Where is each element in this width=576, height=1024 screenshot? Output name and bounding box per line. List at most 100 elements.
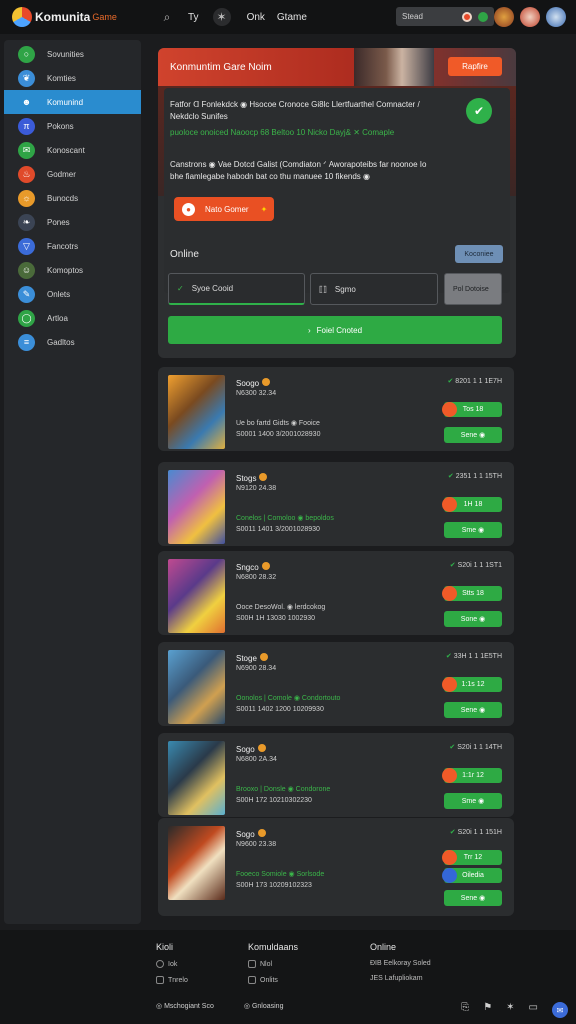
badge-icon: [259, 473, 268, 481]
triangle-icon: ▽: [18, 237, 35, 255]
sidebar-item[interactable]: ❦ Komties: [4, 66, 141, 90]
record-icon: [442, 677, 457, 692]
search-icon[interactable]: ⌕: [158, 8, 176, 26]
game-status-pill[interactable]: 1H 18: [442, 497, 502, 512]
game-card[interactable]: Sogo N6800 2A.34 Brooxo | Donsle ◉ Condo…: [158, 733, 514, 817]
online-button[interactable]: Koconiee: [455, 245, 503, 263]
star-icon[interactable]: ✶: [506, 1002, 514, 1018]
share-icon[interactable]: ⎘: [461, 1002, 469, 1018]
footer-bottom: ◎ Mschogiant Sco ◎ Gnloasing: [156, 1002, 283, 1010]
game-title: Soogo: [236, 378, 271, 388]
check-icon[interactable]: ✔: [466, 98, 492, 124]
game-card[interactable]: Stogs N9120 24.38 Conelos | Comoloo ◉ be…: [158, 462, 514, 546]
game-card[interactable]: Sogo N9600 23.38 Fooeco Somiole ◉ Sorlso…: [158, 818, 514, 916]
game-card[interactable]: Soogo N6300 32.34 Ue bo fartd Gidts ◉ Fo…: [158, 367, 514, 451]
circle-icon: [156, 960, 164, 968]
check-icon: ✔: [449, 562, 456, 569]
sidebar-item[interactable]: ▽ Fancotrs: [4, 234, 141, 258]
game-save-button[interactable]: Sene ◉: [444, 427, 502, 443]
footer-bottom-link[interactable]: ◎ Mschogiant Sco: [156, 1002, 214, 1010]
box-icon: [156, 976, 164, 984]
sidebar-item-label: Komunind: [47, 97, 84, 107]
nav-link-3[interactable]: Gtame: [277, 12, 307, 23]
footer-link[interactable]: Nlol: [248, 960, 298, 968]
footer-link[interactable]: Onlits: [248, 976, 298, 984]
status-dot-icon: [478, 11, 488, 22]
sidebar-item[interactable]: ≡ Gadltos: [4, 330, 141, 354]
game-thumbnail[interactable]: [168, 375, 225, 449]
game-status-pill[interactable]: 1:1s 12: [442, 677, 502, 692]
record-icon: [442, 586, 457, 601]
sidebar-item[interactable]: ☻ Komunind: [4, 90, 141, 114]
game-status-pill[interactable]: Tos 18: [442, 402, 502, 417]
sidebar-item[interactable]: ◯ Artloa: [4, 306, 141, 330]
game-thumbnail[interactable]: [168, 470, 225, 544]
flag-icon[interactable]: ⚑: [483, 1002, 492, 1018]
sidebar-item-label: Komoptos: [47, 265, 84, 275]
avatar-icon[interactable]: [546, 7, 566, 27]
game-thumbnail[interactable]: [168, 650, 225, 724]
game-save-button[interactable]: Sene ◉: [444, 890, 502, 906]
sidebar: ○ Sovunities ❦ Komties ☻ Komunind π Pokons ✉ Kono…: [4, 40, 141, 924]
code-field-label: Syoe Cooid: [191, 284, 234, 293]
sidebar-item[interactable]: ☺ Komoptos: [4, 258, 141, 282]
sun-icon: ☼: [18, 189, 35, 207]
game-save-button[interactable]: Sene ◉: [444, 702, 502, 718]
game-save-button[interactable]: Sme ◉: [444, 793, 502, 809]
bird-icon: ❦: [18, 69, 35, 87]
sidebar-item[interactable]: ❧ Pones: [4, 210, 141, 234]
sidebar-item[interactable]: ♨ Godmer: [4, 162, 141, 186]
game-card[interactable]: Stoge N6900 28.34 Oonolos | Comole ◉ Con…: [158, 642, 514, 726]
game-status-pill[interactable]: Stts 18: [442, 586, 502, 601]
game-thumbnail[interactable]: [168, 559, 225, 633]
game-secondary-pill[interactable]: Oiledia: [442, 868, 502, 883]
search-input[interactable]: Stead: [396, 7, 494, 26]
footer-link[interactable]: JES Lafupliokam: [370, 975, 431, 982]
avatar-icon: ☻: [18, 93, 35, 111]
logo[interactable]: Komunita Game: [12, 7, 152, 27]
notification-icon[interactable]: [462, 11, 472, 22]
window-icon[interactable]: ▭: [529, 1002, 538, 1018]
footer-link[interactable]: Iok: [156, 960, 188, 968]
game-stat: ✔ 2351 1 1 15TH: [447, 473, 502, 480]
secondary-button[interactable]: Pol Dotoise: [444, 273, 502, 305]
game-description: Ooce DesoWol. ◉ lerdcokog: [236, 604, 326, 611]
sidebar-item[interactable]: ✎ Onlets: [4, 282, 141, 306]
hero-line-4: Canstrons ◉ Vae Dotcd Galist (Comdiaton …: [170, 160, 427, 169]
game-card[interactable]: Sngco N6800 28.32 Ooce DesoWol. ◉ lerdco…: [158, 551, 514, 635]
primary-button[interactable]: › Foiel Cnoted: [168, 316, 502, 344]
game-status-pill[interactable]: Trr 12: [442, 850, 502, 865]
bracket-icon: ⟦⟧: [319, 284, 327, 294]
footer-link[interactable]: ÐIB Eelkoray Soled: [370, 960, 431, 967]
game-save-button[interactable]: Sme ◉: [444, 522, 502, 538]
sidebar-item[interactable]: ☼ Bunocds: [4, 186, 141, 210]
avatar-icon[interactable]: [494, 7, 514, 27]
hero-line-2: Nekdclo Sunifes: [170, 112, 228, 121]
game-subtitle: N6900 28.34: [236, 665, 277, 672]
game-thumbnail[interactable]: [168, 741, 225, 815]
footer-bottom-link[interactable]: ◎ Gnloasing: [244, 1002, 284, 1010]
sidebar-item[interactable]: ✉ Konoscant: [4, 138, 141, 162]
footer-link[interactable]: Tnrelo: [156, 976, 188, 984]
game-id: S00H 1H 13030 1002930: [236, 615, 316, 622]
game-subtitle: N9600 23.38: [236, 841, 277, 848]
chat-icon[interactable]: ✉: [552, 1002, 568, 1018]
avatar-icon[interactable]: [520, 7, 540, 27]
check-icon: ✔: [449, 744, 456, 751]
banner-button[interactable]: Rapfire: [448, 57, 502, 76]
sidebar-item[interactable]: ○ Sovunities: [4, 42, 141, 66]
game-stat: ✔ 33H 1 1 1E5TH: [445, 653, 502, 660]
cta-button[interactable]: ● Nato Gomer ✦: [174, 197, 274, 221]
game-thumbnail[interactable]: [168, 826, 225, 900]
game-save-button[interactable]: Sone ◉: [444, 611, 502, 627]
hero-title: Konmuntim Gare Noim: [170, 61, 272, 73]
secondary-button-label: Pol Dotoise: [453, 285, 489, 293]
game-status-pill[interactable]: 1:1r 12: [442, 768, 502, 783]
nav-link-2[interactable]: Onk: [247, 12, 265, 23]
star-icon[interactable]: ✶: [212, 8, 231, 26]
badge-icon: [259, 653, 268, 661]
code-field[interactable]: ✓ Syoe Cooid: [168, 273, 305, 305]
sidebar-item[interactable]: π Pokons: [4, 114, 141, 138]
nav-link-1[interactable]: Ty: [188, 12, 199, 23]
sign-field[interactable]: ⟦⟧ Sgmo: [310, 273, 438, 305]
